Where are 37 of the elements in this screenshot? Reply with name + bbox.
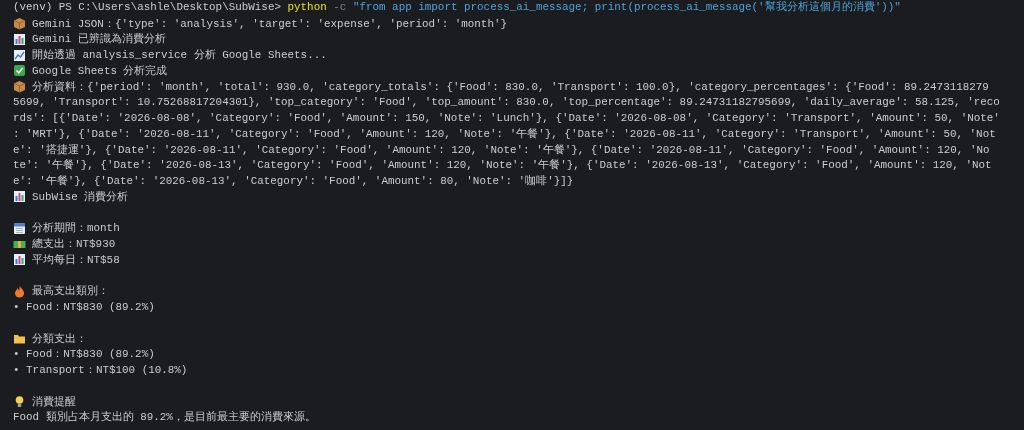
output-text: te': '午餐'}, {'Date': '2026-08-13', 'Category': 'Food', 'Amount': 120, 'Note': '午餐'}, {'Date': '2026-08-13', 'Category': 'Food', 'Amount': 120, 'Not [13,158,992,173]
output-text: Gemini JSON：{'type': 'analysis', 'target': 'expense', 'period': 'month'} [32,16,508,31]
package-icon [13,17,26,31]
output-text: 分析資料：{'period': 'month', 'total': 930.0, 'category_totals': {'Food': 830.0, 'Transport': 100.0}, 'category_percentages': {'Food': 89.2473118279 [32,79,989,94]
output-text: 最高支出類別： [32,284,109,299]
output-text: e': '午餐'}, {'Date': '2026-08-13', 'Category': 'Food', 'Amount': 80, 'Note': '咖啡'}]} [13,174,574,189]
list-item: • Food：NT$830 (89.2%) [13,300,155,315]
output-text: 開始透過 analysis_service 分析 Google Sheets... [32,48,327,63]
check-icon [13,64,26,78]
light-bulb-icon [13,395,26,409]
output-text: SubWise 消費分析 [32,189,129,204]
output-text: 平均每日：NT$58 [32,252,120,267]
bar-chart-icon [13,190,26,204]
output-text: rds': [{'Date': '2026-08-08', 'Category': 'Food', 'Amount': 150, 'Note': 'Lunch'}, {'Date': '2026-08-08', 'Category': 'Transport', 'Amount': 50, 'Note' [13,112,1000,125]
output-text: 分類支出： [32,331,87,346]
output-text: Gemini 已辨識為消費分析 [32,32,166,47]
line-chart-icon [13,48,26,62]
output-text: Google Sheets 分析完成 [32,63,168,78]
command-argument: "from app import process_ai_message; print(process_ai_message('幫我分析這個月的消費'))" [352,1,901,13]
output-text: 總支出：NT$930 [32,237,116,252]
option-text: -c [333,1,347,13]
bar-chart-icon [13,253,26,267]
output-text: 5699, 'Transport': 10.75268817204301}, 'top_category': 'Food', 'top_amount': 830.0, 'top_percentage': 89.24731182795699, 'daily_average': 58.125, 'reco [13,96,1000,109]
list-item: • Food：NT$830 (89.2%) [13,347,155,362]
output-text: 消費提醒 [32,394,76,409]
folder-icon [13,332,26,346]
command-name: python [287,1,327,13]
calendar-icon [13,221,26,235]
package-icon [13,80,26,94]
output-text: Food 類別占本月支出的 89.2%，是目前最主要的消費來源。 [13,410,316,425]
output-text: 分析期間：month [32,221,120,236]
output-text: e': '搭捷運'}, {'Date': '2026-08-11', 'Category': 'Food', 'Amount': 120, 'Note': '午餐'}, {'Date': '2026-08-11', 'Category': 'Food', 'Amount': 120, 'No [13,142,990,157]
output-text: : 'MRT'}, {'Date': '2026-08-11', 'Category': 'Food', 'Amount': 120, 'Note': '午餐'}, {'Date': '2026-08-11', 'Category': 'Transport', 'Amount': 50, 'Not [13,126,996,141]
list-item: • Transport：NT$100 (10.8%) [13,363,188,378]
bar-chart-icon [13,32,26,46]
flame-icon [13,284,26,298]
command-prompt: (venv) PS C:\Users\ashle\Desktop\SubWise> [13,1,281,13]
